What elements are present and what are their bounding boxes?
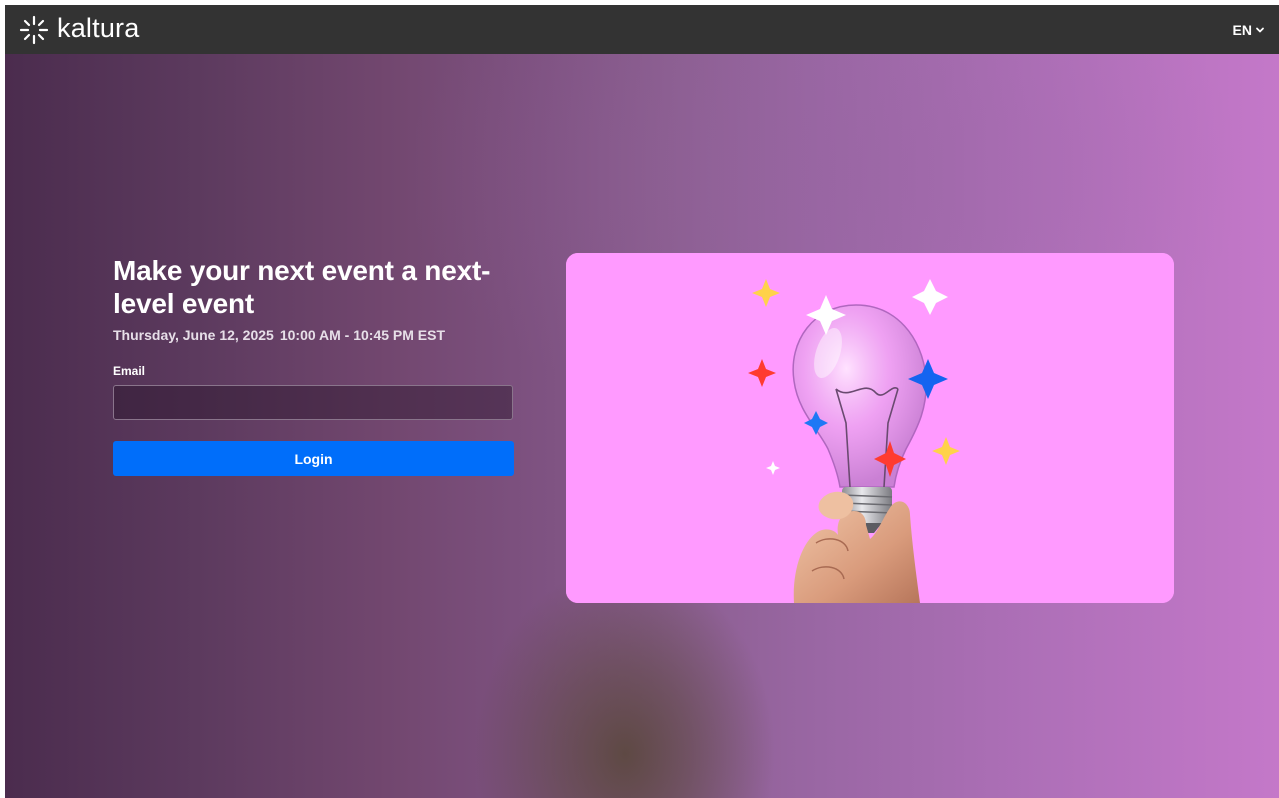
language-label: EN	[1232, 21, 1252, 38]
hero-image	[566, 253, 1174, 603]
login-button[interactable]: Login	[113, 441, 514, 476]
top-bar: kaltura EN	[5, 5, 1279, 54]
event-date: Thursday, June 12, 2025	[113, 327, 274, 343]
chevron-down-icon	[1256, 27, 1264, 32]
brand-name: kaltura	[57, 13, 140, 43]
app-frame: kaltura EN Make your next event a next-l…	[5, 5, 1279, 798]
email-label: Email	[113, 364, 146, 378]
lightbulb-illustration	[566, 253, 1174, 603]
event-datetime: Thursday, June 12, 2025 10:00 AM - 10:45 …	[113, 327, 515, 343]
brand-logo[interactable]: kaltura	[19, 15, 139, 45]
event-time: 10:00 AM - 10:45 PM EST	[279, 327, 446, 343]
email-field[interactable]	[113, 385, 513, 420]
login-panel: Make your next event a next-level event …	[113, 254, 515, 476]
event-title: Make your next event a next-level event	[113, 255, 491, 319]
login-page: Make your next event a next-level event …	[5, 54, 1279, 798]
kaltura-logo-icon	[19, 15, 49, 44]
language-selector[interactable]: EN	[1233, 22, 1265, 38]
